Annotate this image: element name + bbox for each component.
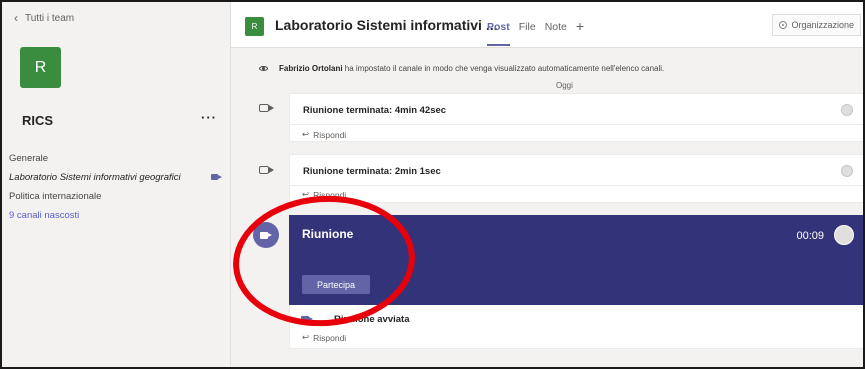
- live-meeting-card: Riunione 00:09 Partecipa: [289, 215, 863, 305]
- team-more-options-button[interactable]: ···: [201, 110, 217, 125]
- tab-note[interactable]: Note: [545, 21, 567, 33]
- join-meeting-button[interactable]: Partecipa: [302, 275, 370, 294]
- meeting-status: Riunione avviata: [334, 314, 410, 325]
- channel-label: Politica internazionale: [9, 191, 102, 202]
- team-name: RICS: [22, 113, 54, 128]
- live-meeting-icon: [211, 174, 222, 180]
- app-window: ‹ Tutti i team R RICS ··· Generale Labor…: [0, 0, 865, 369]
- chevron-left-icon: ‹: [14, 11, 18, 25]
- channel-avatar: R: [245, 17, 264, 36]
- channel-tabs: Post File Note +: [487, 19, 584, 46]
- post-title: Riunione terminata: 4min 42sec: [303, 105, 447, 116]
- user-avatar[interactable]: [841, 104, 853, 116]
- channel-item-generale[interactable]: Generale: [2, 149, 230, 168]
- reply-label: Rispondi: [313, 332, 347, 343]
- meeting-timer: 00:09: [796, 230, 824, 242]
- tab-post[interactable]: Post: [487, 21, 510, 46]
- channel-header: R Laboratorio Sistemi informativi ... Po…: [231, 2, 863, 48]
- channel-item-politica[interactable]: Politica internazionale: [2, 187, 230, 206]
- notice-text: Fabrizio Ortolani ha impostato il canale…: [279, 64, 664, 73]
- channel-item-laboratorio[interactable]: Laboratorio Sistemi informativi geografi…: [2, 168, 230, 187]
- reply-label: Rispondi: [313, 129, 347, 140]
- user-avatar[interactable]: [841, 165, 853, 177]
- divider: [290, 124, 863, 125]
- team-sidebar: ‹ Tutti i team R RICS ··· Generale Labor…: [2, 2, 231, 367]
- team-avatar[interactable]: R: [20, 47, 61, 88]
- reply-arrow-icon: ↩: [302, 189, 310, 199]
- eye-icon: [259, 66, 268, 71]
- channel-list: Generale Laboratorio Sistemi informativi…: [2, 149, 230, 225]
- notice-body: ha impostato il canale in modo che venga…: [342, 64, 665, 73]
- organization-label: Organizzazione: [791, 20, 854, 30]
- meeting-ended-icon: [259, 102, 275, 114]
- meeting-ended-icon: [259, 164, 275, 176]
- divider: [290, 185, 863, 186]
- channel-initial: R: [251, 22, 258, 31]
- meeting-ended-post: Riunione terminata: 2min 1sec ↩ Rispondi: [289, 154, 863, 203]
- back-label: Tutti i team: [25, 12, 75, 24]
- date-separator: Oggi: [556, 81, 573, 90]
- meeting-started-post: Riunione avviata ↩ Rispondi: [289, 305, 863, 349]
- notice-author: Fabrizio Ortolani: [279, 64, 343, 73]
- reply-arrow-icon: ↩: [302, 332, 310, 342]
- reply-button[interactable]: ↩ Rispondi: [302, 129, 346, 140]
- add-tab-button[interactable]: +: [576, 19, 584, 33]
- reply-button[interactable]: ↩ Rispondi: [302, 332, 346, 343]
- reply-button[interactable]: ↩ Rispondi: [302, 189, 346, 200]
- meeting-video-icon: [253, 222, 279, 248]
- channel-title: Laboratorio Sistemi informativi ...: [275, 17, 498, 33]
- conversation-feed: Fabrizio Ortolani ha impostato il canale…: [231, 48, 863, 367]
- channel-label: Generale: [9, 153, 49, 164]
- video-camera-icon: [301, 314, 315, 324]
- channel-label: 9 canali nascosti: [9, 210, 80, 221]
- back-to-all-teams-link[interactable]: ‹ Tutti i team: [14, 11, 74, 25]
- tab-file[interactable]: File: [519, 21, 536, 33]
- reply-label: Rispondi: [313, 189, 347, 200]
- participant-avatar[interactable]: [834, 225, 854, 245]
- system-notice: Fabrizio Ortolani ha impostato il canale…: [259, 64, 664, 73]
- team-initial: R: [34, 58, 47, 76]
- join-label: Partecipa: [316, 279, 356, 290]
- reply-arrow-icon: ↩: [302, 129, 310, 139]
- meeting-title: Riunione: [302, 227, 354, 241]
- meeting-ended-post: Riunione terminata: 4min 42sec ↩ Rispond…: [289, 93, 863, 142]
- organization-button[interactable]: Organizzazione: [772, 14, 861, 36]
- post-title: Riunione terminata: 2min 1sec: [303, 166, 441, 177]
- org-chart-icon: [779, 21, 788, 29]
- hidden-channels-link[interactable]: 9 canali nascosti: [2, 206, 230, 225]
- channel-label: Laboratorio Sistemi informativi geografi…: [9, 172, 181, 183]
